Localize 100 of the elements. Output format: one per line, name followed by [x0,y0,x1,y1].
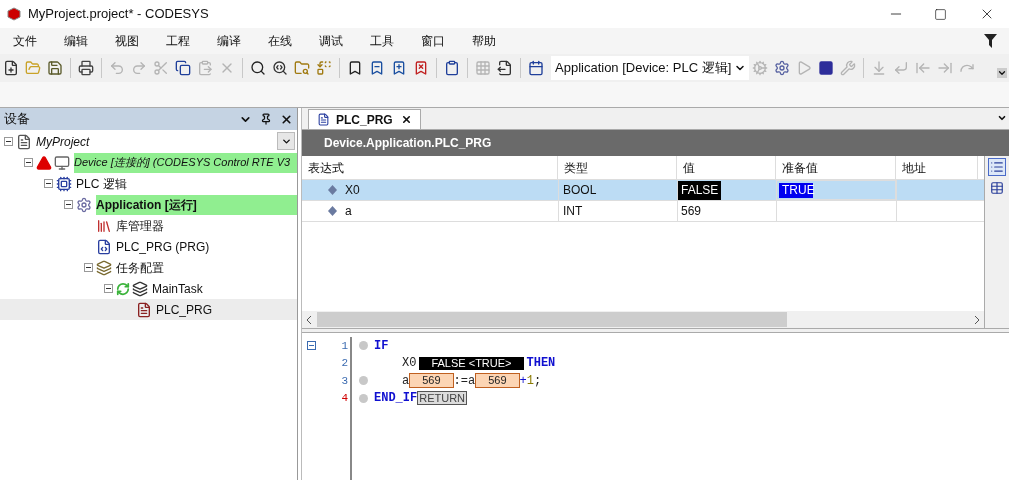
bookmark-forward-icon[interactable] [391,60,407,76]
stop-icon[interactable] [818,60,835,76]
menu-item[interactable]: 窗口 [416,32,450,50]
column-header[interactable]: 类型 [558,156,677,179]
pou-path: Device.Application.PLC_PRG [324,135,492,152]
column-header[interactable]: 值 [677,156,776,179]
close-icon[interactable] [400,114,412,125]
inline-value: 569 [475,373,520,389]
calendar-icon[interactable] [528,60,544,76]
tree-item[interactable]: MainTask [152,278,207,299]
breakpoint-marker[interactable] [358,393,368,403]
code-number: 1 [526,372,534,390]
inline-value: FALSE <TRUE> [419,356,524,370]
menu-item[interactable]: 文件 [8,32,42,50]
device-icon [54,154,70,171]
tree-item[interactable]: MyProject [36,131,94,152]
menu-item[interactable]: 编辑 [59,32,93,50]
warning-icon [36,154,52,171]
collapse-toggle[interactable] [64,200,73,209]
document-icon [16,133,32,150]
export-icon[interactable] [497,60,513,76]
breakpoint-marker[interactable] [358,341,368,351]
list-view-icon[interactable] [990,160,1004,174]
column-header[interactable]: 表达式 [302,156,558,179]
table-cell: BOOL [558,180,677,200]
line-number: 4 [340,391,349,406]
document-icon [317,113,330,126]
collapse-toggle[interactable] [84,263,93,272]
bookmark-back-icon[interactable] [369,60,385,76]
tree-item[interactable]: 库管理器 [116,215,168,236]
value-cell-text: 569 [680,203,703,220]
tree-item[interactable]: 任务配置 [116,257,168,278]
code-text: :=a [453,372,476,390]
maximize-icon[interactable] [934,7,947,21]
column-header[interactable]: 地址 [896,156,978,179]
tree-item[interactable]: PLC 逻辑 [76,173,131,194]
tree-item[interactable]: Device [连接的] (CODESYS Control RTE V3 [74,152,297,173]
table-cell: a [302,201,558,221]
gear-icon[interactable] [774,60,791,76]
line-number: 1 [340,338,349,354]
menu-item[interactable]: 调试 [314,32,348,50]
menu-item[interactable]: 在线 [263,32,297,50]
menu-item[interactable]: 工程 [161,32,195,50]
menu-item[interactable]: 帮助 [467,32,501,50]
refresh-icon [116,281,130,296]
pin-icon[interactable] [260,113,272,125]
menu-item[interactable]: 编译 [212,32,246,50]
clipboard-icon[interactable] [444,60,460,76]
code-text: a [402,372,410,390]
panel-title: 设备 [4,110,31,129]
column-header[interactable]: 准备值 [776,156,896,179]
stack-icon [132,280,148,297]
menu-item[interactable]: 视图 [110,32,144,50]
close-icon[interactable] [280,112,293,126]
table-cell: INT [558,201,677,221]
code-text: X0 [402,355,417,373]
tab-list-icon[interactable] [997,113,1007,123]
new-file-icon[interactable] [3,60,19,76]
find-next-icon[interactable] [272,60,288,76]
table-view-icon[interactable] [990,181,1004,195]
scroll-right-icon[interactable] [974,315,979,324]
horizontal-scrollbar[interactable] [302,311,984,328]
bookmark-delete-icon[interactable] [413,60,429,76]
books-icon [96,217,112,234]
line-number: 3 [340,373,349,389]
editor-tab[interactable]: PLC_PRG [308,109,421,129]
collapse-toggle[interactable] [44,179,53,188]
variable-icon [328,206,337,216]
filter-icon[interactable] [984,34,997,48]
search-icon[interactable] [250,60,266,76]
replace-icon[interactable] [316,60,332,76]
breakpoint-marker[interactable] [358,376,368,386]
menu-item[interactable]: 工具 [365,32,399,50]
tree-item[interactable]: PLC_PRG (PRG) [116,236,214,257]
fold-toggle[interactable] [307,341,316,351]
return-marker: RETURN [417,391,468,406]
application-dropdown[interactable]: Application [Device: PLC 逻辑] [551,56,750,80]
program-call-icon [136,301,152,318]
task-config-icon [96,259,112,276]
printer-icon[interactable] [78,60,94,76]
scroll-left-icon[interactable] [307,315,312,324]
collapse-toggle[interactable] [4,137,13,146]
app-logo-icon [6,7,22,21]
bookmark-icon[interactable] [347,60,363,76]
value-cell: FALSE [678,180,722,200]
collapse-toggle[interactable] [24,158,33,167]
save-icon[interactable] [47,60,63,76]
copy-icon[interactable] [175,60,191,76]
find-in-folder-icon[interactable] [294,60,310,76]
line-number: 2 [340,356,349,371]
plc-icon [56,175,72,192]
tree-item[interactable]: Application [运行] [96,194,297,215]
inline-value: 569 [409,373,454,389]
collapse-toggle[interactable] [104,284,113,293]
dropdown-button[interactable] [277,132,295,150]
code-text: ; [533,372,542,390]
gear-icon [76,196,92,213]
toolbar-overflow-icon[interactable] [997,68,1007,78]
variable-icon [328,185,337,195]
table-cell: X0 [302,180,558,200]
